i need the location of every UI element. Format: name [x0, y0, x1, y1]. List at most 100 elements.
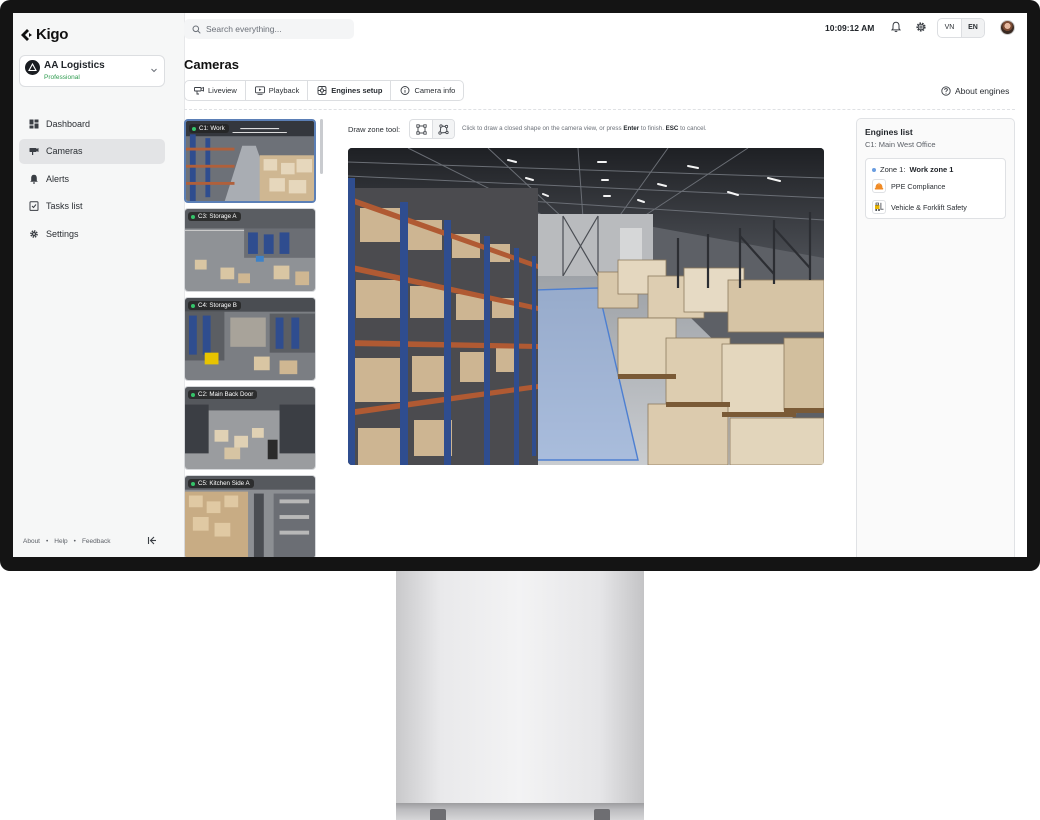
footer-separator: •	[73, 538, 76, 545]
camera-thumbnail-c5[interactable]: C5: Kitchen Side A	[184, 475, 316, 557]
footer-feedback-link[interactable]: Feedback	[82, 538, 111, 545]
forklift-icon	[875, 202, 884, 211]
sidebar-item-dashboard[interactable]: Dashboard	[19, 111, 165, 136]
sidebar: Kigo AA Logistics Professional Dashboard…	[13, 13, 185, 557]
org-plan: Professional	[44, 74, 80, 81]
camera-list-scrollbar[interactable]	[320, 119, 323, 174]
engines-camera-name: C1: Main West Office	[865, 140, 936, 149]
footer-about-link[interactable]: About	[23, 538, 40, 545]
camera-feed-preview	[186, 121, 314, 201]
camera-thumbnail-c4[interactable]: C4: Storage B	[184, 297, 316, 381]
screen: Kigo AA Logistics Professional Dashboard…	[13, 13, 1027, 557]
org-name: AA Logistics	[44, 60, 105, 71]
sidebar-nav: Dashboard Cameras Alerts Tasks list Sett…	[19, 111, 165, 249]
engines-icon	[317, 86, 327, 95]
draw-zone-hint: Click to draw a closed shape on the came…	[462, 125, 707, 132]
camera-label: C2: Main Back Door	[188, 390, 258, 399]
camera-view-canvas[interactable]	[348, 148, 824, 465]
camera-feed-preview	[185, 298, 315, 380]
about-engines-link[interactable]: About engines	[941, 86, 1009, 96]
tab-label: Liveview	[208, 86, 237, 95]
help-circle-icon	[941, 86, 951, 96]
engine-icon-wrap	[872, 200, 886, 214]
language-switcher: VN EN	[937, 18, 985, 38]
footer-help-link[interactable]: Help	[54, 538, 67, 545]
zone-name: Work zone 1	[909, 165, 954, 174]
playback-icon	[254, 86, 265, 95]
engine-label: Vehicle & Forklift Safety	[891, 202, 967, 212]
info-icon	[401, 86, 410, 95]
rectangle-select-icon	[415, 123, 427, 135]
org-avatar	[25, 60, 40, 75]
camera-thumbnail-c3[interactable]: C3: Storage A	[184, 208, 316, 292]
tab-camera-info[interactable]: Camera info	[391, 81, 463, 100]
brand-name: Kigo	[36, 26, 69, 43]
draw-zone-tools	[409, 119, 455, 139]
engine-label: PPE Compliance	[891, 181, 946, 191]
sidebar-item-label: Alerts	[46, 173, 70, 184]
live-status-icon	[191, 392, 195, 397]
footer-separator: •	[46, 538, 49, 545]
monitor-stand-base	[396, 803, 644, 820]
checklist-icon	[29, 201, 39, 211]
sidebar-item-tasks[interactable]: Tasks list	[19, 194, 165, 219]
collapse-sidebar-icon[interactable]	[147, 535, 158, 546]
sidebar-footer: About • Help • Feedback	[23, 538, 110, 545]
org-logo-icon	[28, 63, 37, 72]
camera-list: C1: Work C3: Storage A C4: Storage B C2:…	[184, 119, 318, 557]
page-title: Cameras	[184, 57, 239, 72]
org-switcher[interactable]: AA Logistics Professional	[19, 55, 165, 87]
camera-feed-preview	[185, 476, 315, 557]
live-status-icon	[191, 303, 195, 308]
camera-tabs: Liveview Playback Engines setup Camera i…	[184, 80, 465, 101]
sidebar-item-settings[interactable]: Settings	[19, 221, 165, 246]
tab-playback[interactable]: Playback	[246, 81, 309, 100]
chevron-down-icon	[151, 68, 157, 73]
camera-feed-preview	[185, 387, 315, 469]
sidebar-item-label: Tasks list	[46, 201, 83, 211]
lang-option-vn[interactable]: VN	[938, 19, 961, 37]
lang-option-en[interactable]: EN	[961, 19, 984, 37]
polygon-select-icon	[438, 123, 449, 135]
live-status-icon	[191, 481, 195, 486]
sidebar-item-cameras[interactable]: Cameras	[19, 138, 165, 164]
zone-card[interactable]: Zone 1: Work zone 1 PPE Compliance Vehic…	[865, 158, 1006, 219]
tab-label: Camera info	[414, 86, 456, 95]
zone-heading: Zone 1: Work zone 1	[872, 165, 953, 174]
draw-polygon-button[interactable]	[432, 120, 454, 138]
camera-feed	[348, 148, 824, 465]
zone-prefix: Zone 1:	[880, 165, 906, 174]
search-bar[interactable]	[184, 19, 354, 39]
camera-feed-preview	[185, 209, 315, 291]
header-divider	[184, 109, 1015, 110]
draw-rectangle-button[interactable]	[410, 120, 432, 138]
brand-logo[interactable]: Kigo	[20, 26, 68, 43]
camera-label: C4: Storage B	[188, 301, 241, 310]
live-status-icon	[192, 126, 196, 131]
tab-liveview[interactable]: Liveview	[185, 81, 246, 100]
zone-color-icon	[872, 167, 876, 172]
engine-icon-wrap	[872, 179, 886, 193]
camera-label: C5: Kitchen Side A	[188, 479, 254, 488]
search-input[interactable]	[206, 24, 346, 34]
sidebar-item-label: Cameras	[46, 146, 83, 156]
sidebar-item-label: Settings	[46, 228, 79, 239]
camera-thumbnail-c1[interactable]: C1: Work	[184, 119, 316, 203]
notification-bell-icon[interactable]	[890, 21, 902, 33]
engines-panel: Engines list C1: Main West Office Zone 1…	[856, 118, 1015, 557]
bell-icon	[30, 174, 38, 184]
engine-item-ppe[interactable]: PPE Compliance	[872, 179, 945, 193]
tab-label: Playback	[268, 86, 300, 95]
sidebar-item-alerts[interactable]: Alerts	[19, 166, 165, 191]
dashboard-icon	[29, 119, 39, 128]
monitor-frame: Kigo AA Logistics Professional Dashboard…	[0, 0, 1040, 571]
camera-label: C1: Work	[189, 124, 229, 133]
tab-engines-setup[interactable]: Engines setup	[308, 81, 392, 100]
sidebar-item-label: Dashboard	[46, 118, 91, 129]
camera-icon	[29, 148, 39, 155]
gear-icon[interactable]	[915, 21, 927, 33]
engine-item-forklift[interactable]: Vehicle & Forklift Safety	[872, 200, 967, 214]
camera-thumbnail-c2[interactable]: C2: Main Back Door	[184, 386, 316, 470]
user-avatar[interactable]	[1000, 20, 1015, 35]
gear-icon	[30, 229, 38, 238]
